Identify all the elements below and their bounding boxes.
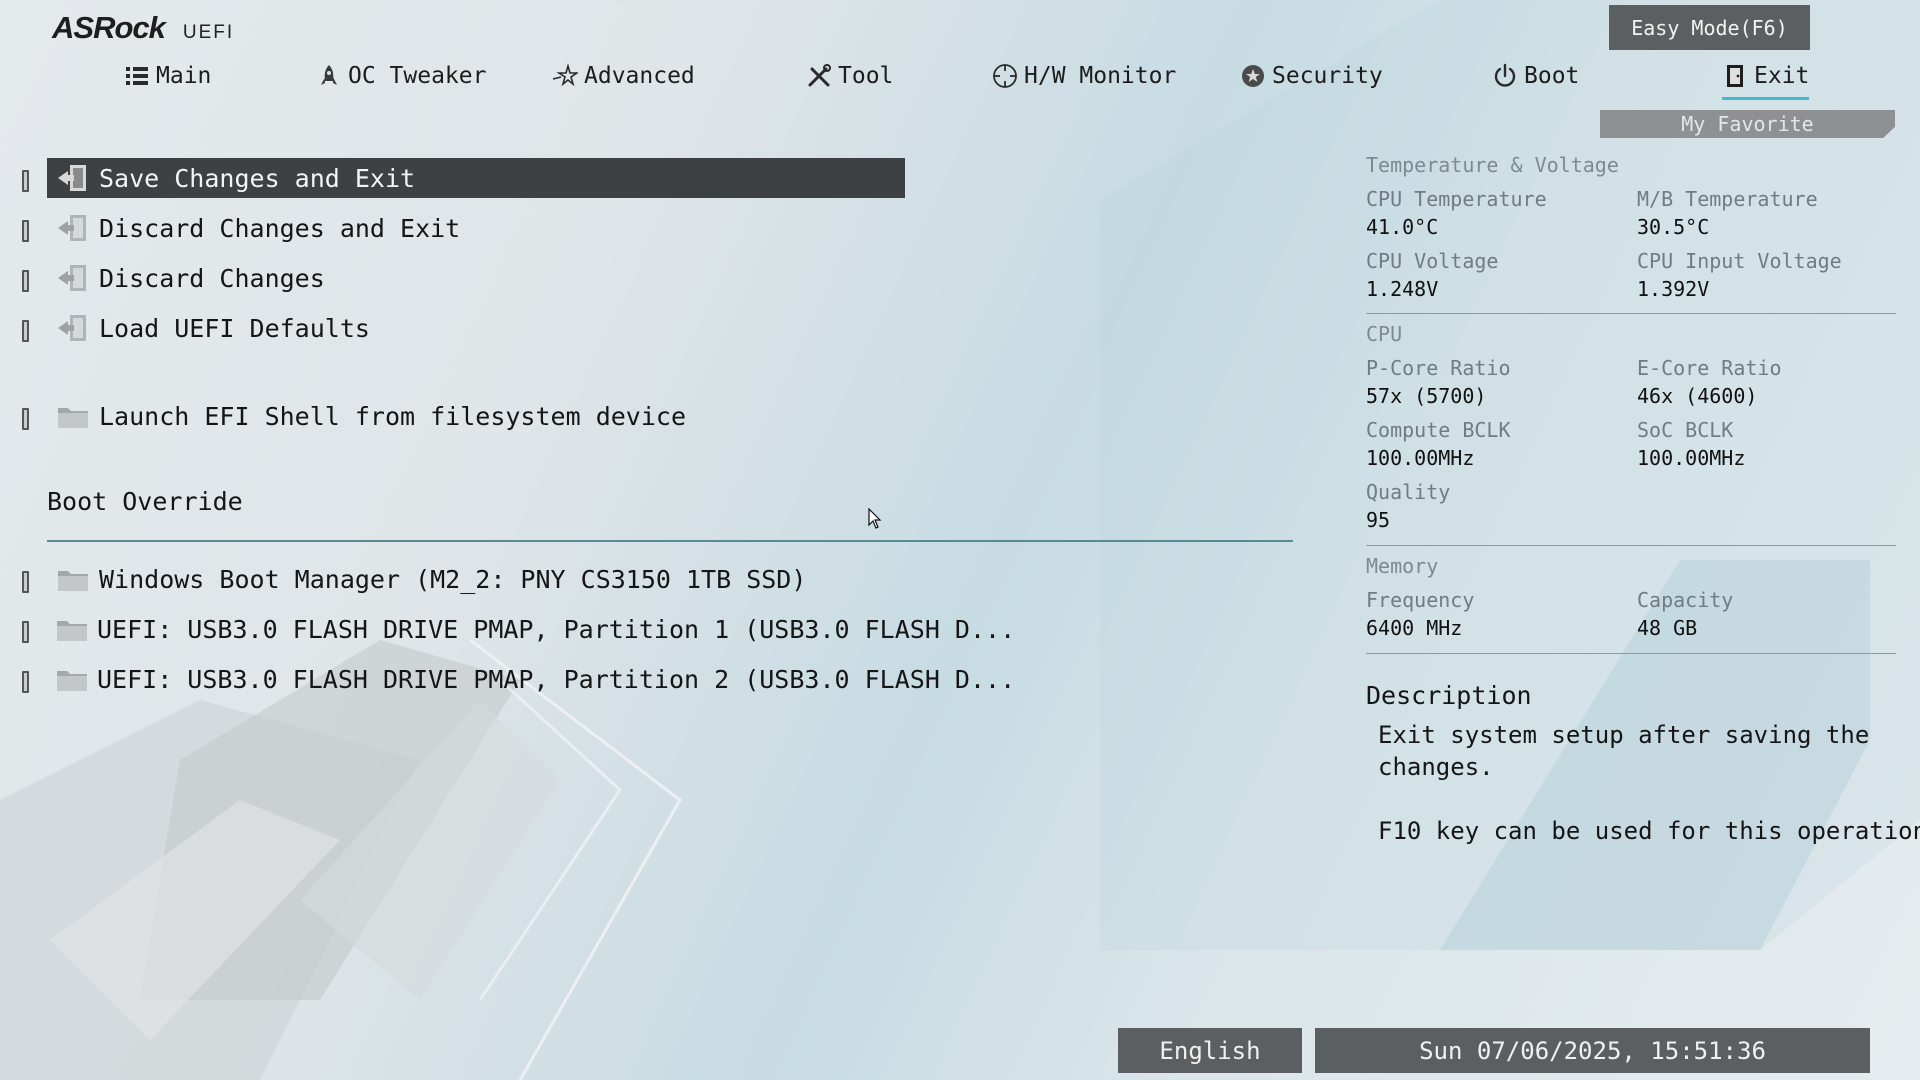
language-button[interactable]: English — [1118, 1028, 1302, 1073]
tab-security[interactable]: Security — [1240, 56, 1383, 96]
cpu-temp-value: 41.0°C — [1366, 215, 1439, 239]
menu-item-label: Launch EFI Shell from filesystem device — [99, 401, 686, 431]
menu-item-label: UEFI: USB3.0 FLASH DRIVE PMAP, Partition… — [97, 614, 1016, 644]
cpu-section-title: CPU — [1366, 322, 1403, 346]
asrock-logo: ASRock UEFI — [52, 10, 234, 46]
menu-item-label: Save Changes and Exit — [99, 163, 416, 193]
menu-item-label: Windows Boot Manager (M2_2: PNY CS3150 1… — [99, 564, 807, 594]
exit-door-icon — [55, 212, 91, 244]
description-line-3: F10 key can be used for this operation. — [1378, 817, 1920, 845]
my-favorite-button[interactable]: My Favorite — [1600, 110, 1895, 138]
discard-changes-item[interactable]: Discard Changes — [47, 258, 905, 298]
tab-tool[interactable]: Tool — [806, 56, 893, 96]
mb-temp-value: 30.5°C — [1637, 215, 1710, 239]
tab-hw-monitor[interactable]: H/W Monitor — [992, 56, 1176, 96]
temp-voltage-title: Temperature & Voltage — [1366, 153, 1619, 177]
cpu-voltage-value: 1.248V — [1366, 277, 1439, 301]
item-marker — [22, 671, 29, 693]
cpu-input-voltage-value: 1.392V — [1637, 277, 1710, 301]
tab-exit[interactable]: Exit — [1722, 56, 1810, 100]
folder-icon — [55, 400, 91, 432]
star-icon — [552, 63, 578, 87]
exit-door-icon — [55, 262, 91, 294]
boot-item-usb-partition-1[interactable]: UEFI: USB3.0 FLASH DRIVE PMAP, Partition… — [47, 609, 1015, 649]
load-uefi-defaults-item[interactable]: Load UEFI Defaults — [47, 308, 905, 348]
capacity-label: Capacity — [1637, 588, 1734, 612]
tab-hw-monitor-label: H/W Monitor — [1024, 63, 1177, 89]
exit-door-icon — [55, 312, 91, 344]
menu-item-label: Load UEFI Defaults — [99, 313, 370, 343]
tab-boot-label: Boot — [1524, 63, 1580, 89]
tab-oc-tweaker[interactable]: OC Tweaker — [316, 56, 486, 96]
cpu-temp-label: CPU Temperature — [1366, 187, 1547, 211]
tools-icon — [808, 64, 831, 87]
tab-main-label: Main — [156, 63, 212, 89]
ecore-ratio-label: E-Core Ratio — [1637, 356, 1782, 380]
compute-bclk-value: 100.00MHz — [1366, 446, 1475, 470]
compute-bclk-label: Compute BCLK — [1366, 418, 1511, 442]
folder-icon — [55, 613, 89, 645]
item-marker — [22, 621, 29, 643]
logo-uefi: UEFI — [182, 22, 235, 43]
pcore-ratio-label: P-Core Ratio — [1366, 356, 1511, 380]
easy-mode-button[interactable]: Easy Mode(F6) — [1609, 5, 1810, 50]
shield-icon — [1242, 65, 1264, 87]
item-marker — [22, 220, 29, 242]
frequency-value: 6400 MHz — [1366, 616, 1463, 640]
description-line-1: Exit system setup after saving the — [1378, 721, 1870, 749]
boot-override-title: Boot Override — [47, 487, 243, 516]
datetime-display: Sun 07/06/2025, 15:51:36 — [1315, 1028, 1870, 1073]
main-tabs: Main OC Tweaker Advanced Tool H/W Monito… — [0, 56, 1920, 100]
mb-temp-label: M/B Temperature — [1637, 187, 1818, 211]
discard-changes-and-exit-item[interactable]: Discard Changes and Exit — [47, 208, 905, 248]
soc-bclk-value: 100.00MHz — [1637, 446, 1746, 470]
menu-item-label: Discard Changes — [99, 263, 325, 293]
menu-item-label: UEFI: USB3.0 FLASH DRIVE PMAP, Partition… — [97, 664, 1016, 694]
launch-efi-shell-item[interactable]: Launch EFI Shell from filesystem device — [47, 396, 905, 436]
item-marker — [22, 170, 29, 192]
folder-icon — [55, 663, 89, 695]
quality-value: 95 — [1366, 508, 1391, 532]
boot-item-usb-partition-2[interactable]: UEFI: USB3.0 FLASH DRIVE PMAP, Partition… — [47, 659, 1015, 699]
rocket-icon — [321, 65, 337, 85]
item-marker — [22, 270, 29, 292]
panel-divider — [1366, 313, 1896, 314]
soc-bclk-label: SoC BCLK — [1637, 418, 1734, 442]
tab-oc-tweaker-label: OC Tweaker — [348, 63, 487, 89]
tab-boot[interactable]: Boot — [1492, 56, 1579, 96]
panel-divider — [1366, 653, 1896, 654]
list-icon — [126, 67, 148, 85]
logo-brand: ASRock — [52, 10, 166, 45]
tab-tool-label: Tool — [838, 63, 894, 89]
tab-exit-label: Exit — [1754, 63, 1810, 89]
item-marker — [22, 571, 29, 593]
tab-advanced[interactable]: Advanced — [552, 56, 695, 96]
description-title: Description — [1366, 681, 1532, 710]
cpu-input-voltage-label: CPU Input Voltage — [1637, 249, 1842, 273]
boot-item-windows[interactable]: Windows Boot Manager (M2_2: PNY CS3150 1… — [47, 559, 905, 599]
folder-icon — [55, 563, 91, 595]
power-icon — [1494, 63, 1516, 87]
frequency-label: Frequency — [1366, 588, 1475, 612]
exit-door-icon — [55, 162, 91, 194]
mouse-cursor-icon — [868, 508, 882, 529]
ecore-ratio-value: 46x (4600) — [1637, 384, 1758, 408]
tab-security-label: Security — [1272, 63, 1383, 89]
item-marker — [22, 408, 29, 430]
save-changes-and-exit-item[interactable]: Save Changes and Exit — [47, 158, 905, 198]
tab-main[interactable]: Main — [124, 56, 211, 96]
quality-label: Quality — [1366, 480, 1451, 504]
memory-section-title: Memory — [1366, 554, 1439, 578]
cpu-voltage-label: CPU Voltage — [1366, 249, 1499, 273]
pcore-ratio-value: 57x (5700) — [1366, 384, 1487, 408]
tab-advanced-label: Advanced — [584, 63, 695, 89]
exit-door-icon — [1727, 65, 1743, 87]
section-divider — [47, 540, 1293, 542]
monitor-gauge-icon — [993, 64, 1017, 88]
item-marker — [22, 320, 29, 342]
capacity-value: 48 GB — [1637, 616, 1698, 640]
menu-item-label: Discard Changes and Exit — [99, 213, 461, 243]
description-line-2: changes. — [1378, 753, 1494, 781]
panel-divider — [1366, 545, 1896, 546]
